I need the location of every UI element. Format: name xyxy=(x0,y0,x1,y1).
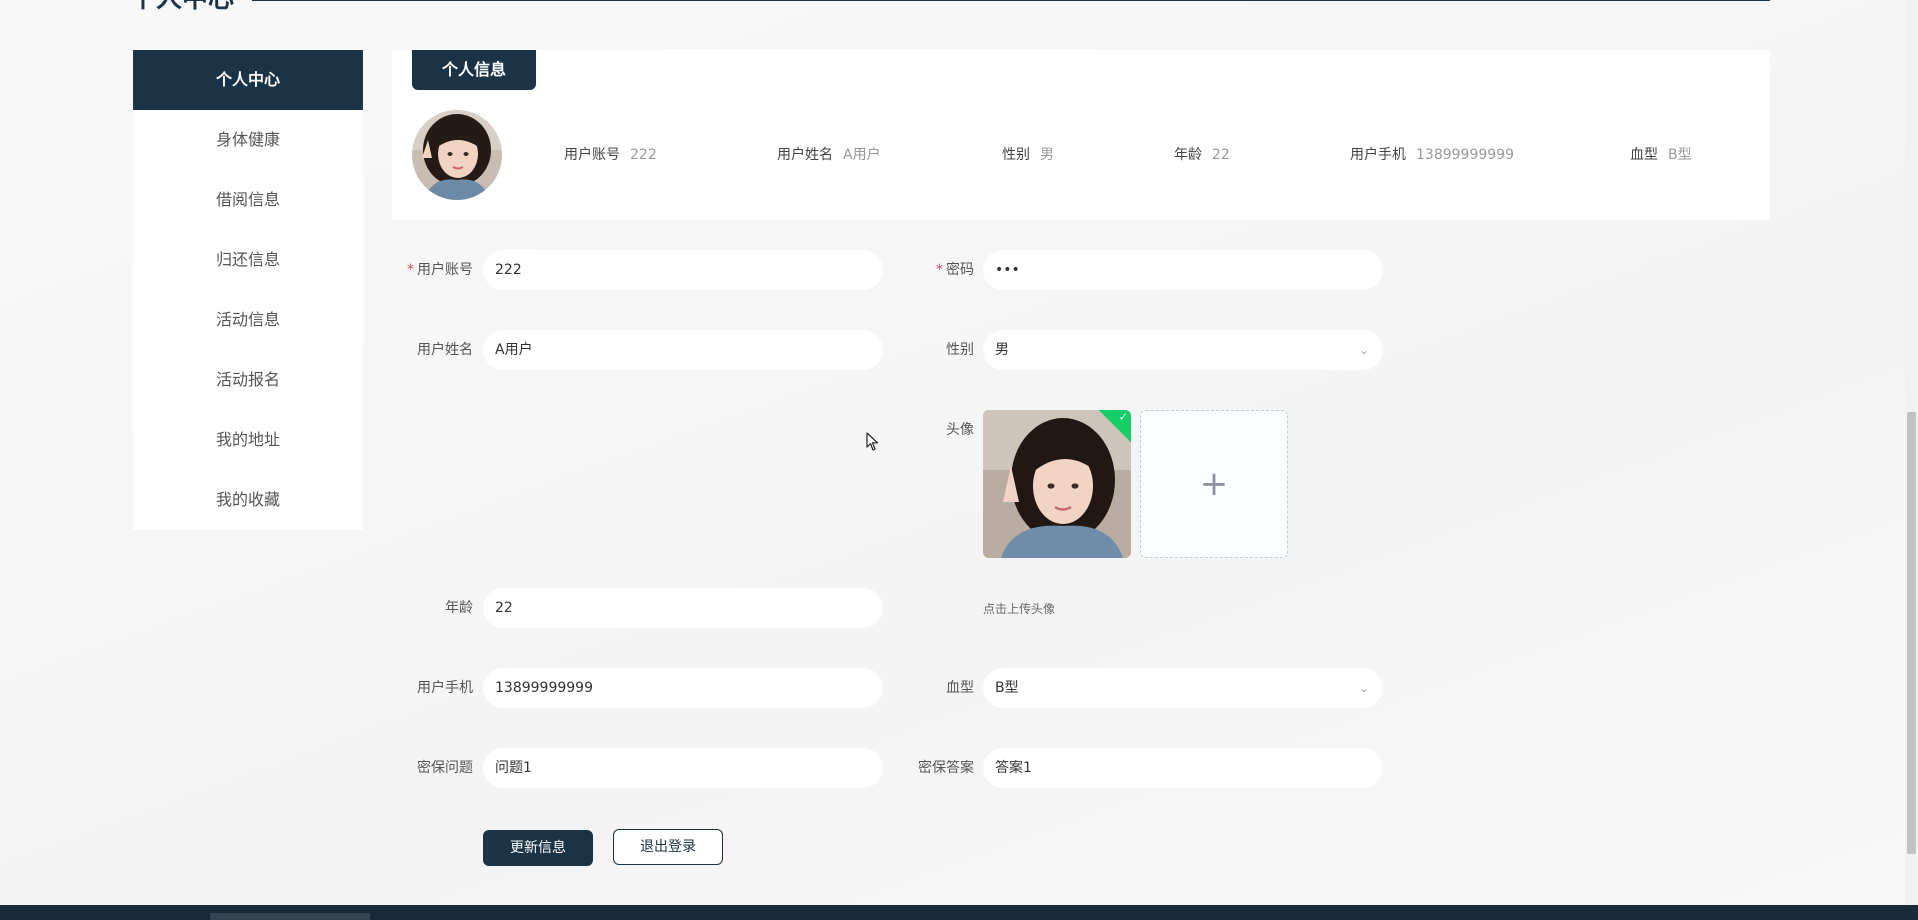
info-phone: 用户手机 13899999999 xyxy=(1350,147,1514,163)
check-icon: ✓ xyxy=(1118,410,1128,424)
chevron-down-icon: ⌄ xyxy=(1358,343,1369,357)
sidebar: 个人中心 身体健康 借阅信息 归还信息 活动信息 活动报名 我的地址 我的收藏 xyxy=(133,50,363,530)
sidebar-item-profile[interactable]: 个人中心 xyxy=(133,50,363,110)
scrollbar-thumb[interactable] xyxy=(1907,412,1916,854)
name-label: 用户姓名 xyxy=(417,342,473,358)
gender-value: 男 xyxy=(995,342,1009,358)
age-field[interactable]: 22 xyxy=(483,588,883,628)
info-name: 用户姓名 A用户 xyxy=(777,147,881,163)
info-account: 用户账号 222 xyxy=(564,147,657,163)
sidebar-item-activity[interactable]: 活动信息 xyxy=(133,290,363,350)
age-label: 年龄 xyxy=(445,600,473,616)
profile-info-card: 个人信息 用户账号 222 用户姓名 A用户 性别男 年龄 22 用户手机 13… xyxy=(392,50,1770,220)
avatar-upload-button[interactable]: + xyxy=(1140,410,1288,558)
avatar xyxy=(412,110,502,200)
blood-type-value: B型 xyxy=(995,680,1019,696)
security-answer-label: 密保答案 xyxy=(918,760,974,776)
blood-type-label: 血型 xyxy=(946,680,974,696)
info-age: 年龄 22 xyxy=(1174,147,1230,163)
sidebar-item-borrow[interactable]: 借阅信息 xyxy=(133,170,363,230)
sidebar-item-health[interactable]: 身体健康 xyxy=(133,110,363,170)
info-gender: 性别男 xyxy=(1002,147,1054,163)
password-field[interactable]: ••• xyxy=(983,250,1383,290)
sidebar-item-address[interactable]: 我的地址 xyxy=(133,410,363,470)
plus-icon: + xyxy=(1199,464,1229,504)
security-question-field[interactable]: 问题1 xyxy=(483,748,883,788)
avatar-upload-tip: 点击上传头像 xyxy=(983,602,1056,616)
mouse-cursor-icon xyxy=(866,432,880,456)
account-label: * 用户账号 xyxy=(407,262,473,278)
page-title: 个人中心 xyxy=(130,0,234,12)
tab-profile-info[interactable]: 个人信息 xyxy=(412,50,536,90)
sidebar-item-signup[interactable]: 活动报名 xyxy=(133,350,363,410)
name-field[interactable]: A用户 xyxy=(483,330,883,370)
blood-type-select[interactable]: B型 ⌄ xyxy=(983,668,1383,708)
profile-page: 个人中心 个人中心 身体健康 借阅信息 归还信息 活动信息 活动报名 我的地址 … xyxy=(0,0,1918,920)
update-info-button[interactable]: 更新信息 xyxy=(483,830,593,866)
gender-label: 性别 xyxy=(946,342,974,358)
sidebar-item-favorites[interactable]: 我的收藏 xyxy=(133,470,363,530)
gender-select[interactable]: 男 ⌄ xyxy=(983,330,1383,370)
title-divider xyxy=(252,0,1770,1)
logout-button[interactable]: 退出登录 xyxy=(613,829,723,865)
security-question-label: 密保问题 xyxy=(417,760,473,776)
security-answer-field[interactable]: 答案1 xyxy=(983,748,1383,788)
phone-label: 用户手机 xyxy=(417,680,473,696)
taskbar-item[interactable] xyxy=(210,913,370,920)
info-blood-type: 血型 B型 xyxy=(1630,147,1692,163)
chevron-down-icon: ⌄ xyxy=(1358,681,1369,695)
sidebar-item-return[interactable]: 归还信息 xyxy=(133,230,363,290)
password-label: * 密码 xyxy=(936,262,974,278)
account-field[interactable]: 222 xyxy=(483,250,883,290)
phone-field[interactable]: 13899999999 xyxy=(483,668,883,708)
avatar-preview[interactable]: ✓ xyxy=(983,410,1131,558)
